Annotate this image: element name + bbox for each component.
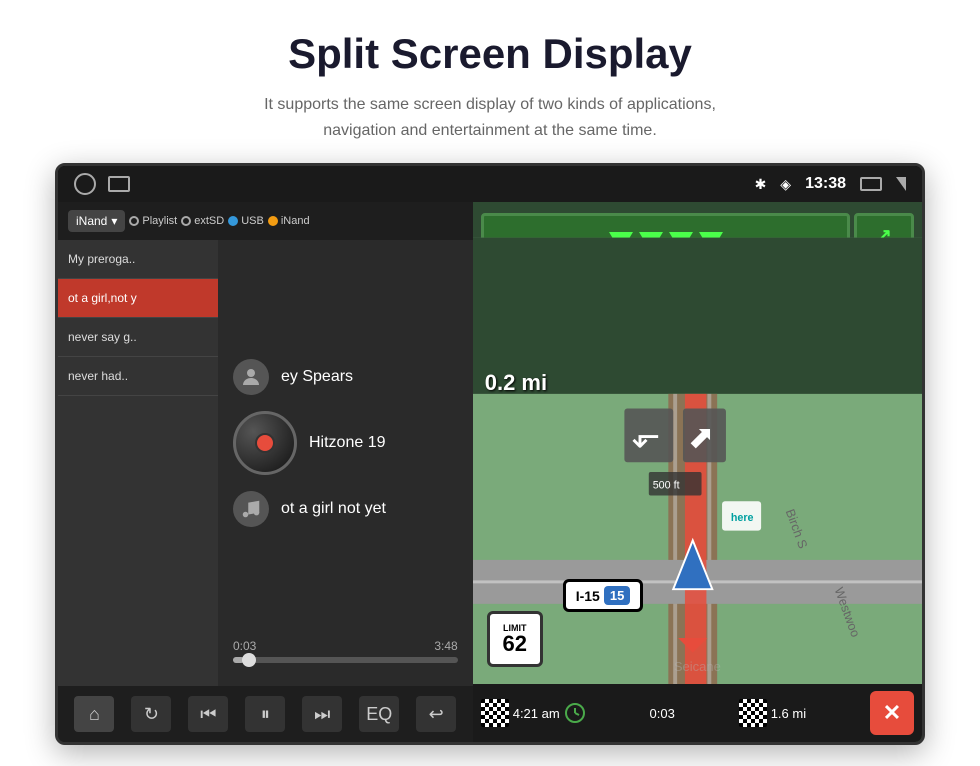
- svg-text:here: here: [731, 512, 754, 524]
- prev-button[interactable]: ⏮: [188, 696, 228, 732]
- nav-map: ↗ ONLY EXIT 40 » Sahara Avenue Conventio…: [473, 202, 922, 742]
- song-row: ot a girl not yet: [233, 491, 458, 527]
- radio-dot-usb: [228, 216, 238, 226]
- nav-panel: ↗ ONLY EXIT 40 » Sahara Avenue Conventio…: [473, 202, 922, 742]
- repeat-button[interactable]: ↻: [131, 696, 171, 732]
- music-body: My preroga.. ot a girl,not y never say g…: [58, 240, 473, 686]
- speed-number: 62: [502, 633, 526, 655]
- source-selector: iNand ▾ Playlist extSD USB iNand: [58, 202, 473, 240]
- distance-value: 0.2 mi: [485, 370, 547, 396]
- eta-end-item: 1.6 mi: [739, 699, 806, 727]
- progress-bar[interactable]: [233, 657, 458, 663]
- eq-button[interactable]: EQ: [359, 696, 399, 732]
- elapsed-item: 0:03: [650, 706, 675, 721]
- source-tab-playlist-label: Playlist: [142, 215, 177, 227]
- playlist-item-4[interactable]: never had..: [58, 357, 218, 396]
- chevron-down-icon: ▾: [111, 214, 117, 228]
- page-subtitle: It supports the same screen display of t…: [230, 92, 750, 143]
- device-frame: ✱ ◈ 13:38 iNand ▾ Playlist: [55, 163, 925, 745]
- eta-time: 4:21 am: [513, 706, 560, 721]
- source-dropdown-label: iNand: [76, 214, 107, 228]
- player-area: ey Spears Hitzone 19: [218, 240, 473, 686]
- progress-times: 0:03 3:48: [233, 639, 458, 653]
- playlist-item-2[interactable]: ot a girl,not y: [58, 279, 218, 318]
- status-bar-right: ✱ ◈ 13:38: [755, 175, 906, 193]
- back-button[interactable]: ↩: [416, 696, 456, 732]
- status-bar: ✱ ◈ 13:38: [58, 166, 922, 202]
- source-tab-inand-label: iNand: [281, 215, 310, 227]
- main-content: iNand ▾ Playlist extSD USB iNand: [58, 202, 922, 742]
- status-circle-icon: [74, 173, 96, 195]
- artist-name: ey Spears: [281, 368, 353, 386]
- now-playing: ey Spears Hitzone 19: [233, 255, 458, 631]
- route-badge: 15: [604, 586, 630, 605]
- song-icon: [233, 491, 269, 527]
- time-total: 3:48: [434, 639, 457, 653]
- source-dropdown[interactable]: iNand ▾: [68, 210, 125, 232]
- radio-dot-playlist: [129, 216, 139, 226]
- eta-start-item: 4:21 am: [481, 699, 586, 727]
- album-row: Hitzone 19: [233, 411, 458, 475]
- svg-text:⬈: ⬈: [688, 420, 714, 455]
- elapsed-time: 0:03: [650, 706, 675, 721]
- checkered-start-icon: [481, 699, 509, 727]
- close-icon: ✕: [883, 700, 901, 726]
- svg-text:500 ft: 500 ft: [652, 480, 679, 492]
- album-cover: [233, 411, 297, 475]
- album-name: Hitzone 19: [309, 434, 386, 452]
- progress-section: 0:03 3:48: [233, 631, 458, 671]
- time-current: 0:03: [233, 639, 256, 653]
- play-pause-button[interactable]: ⏸: [245, 696, 285, 732]
- nav-bottom-bar: 4:21 am 0:03 1.6 mi: [473, 684, 922, 742]
- source-tab-inand[interactable]: iNand: [268, 215, 310, 227]
- controls-bar: ⌂ ↻ ⏮ ⏸ ⏭ EQ ↩: [58, 686, 473, 742]
- music-panel: iNand ▾ Playlist extSD USB iNand: [58, 202, 473, 742]
- playlist-item-3[interactable]: never say g..: [58, 318, 218, 357]
- distance-box: 0.2 mi: [485, 370, 547, 396]
- page-header: Split Screen Display It supports the sam…: [0, 0, 980, 163]
- speed-box: LIMIT 62: [487, 611, 543, 667]
- artist-icon: [233, 359, 269, 395]
- status-image-icon: [108, 176, 130, 192]
- route-sign: I-15 15: [563, 579, 644, 612]
- source-tab-extsd-label: extSD: [194, 215, 224, 227]
- next-button[interactable]: ⏭: [302, 696, 342, 732]
- checkered-end-icon: [739, 699, 767, 727]
- route-label: I-15: [576, 588, 600, 604]
- source-tab-playlist[interactable]: Playlist: [129, 215, 177, 227]
- source-tab-extsd[interactable]: extSD: [181, 215, 224, 227]
- bluetooth-icon: ✱: [755, 176, 767, 193]
- song-name: ot a girl not yet: [281, 500, 386, 518]
- source-tab-usb[interactable]: USB: [228, 215, 264, 227]
- page-title: Split Screen Display: [20, 30, 960, 78]
- status-bar-left: [74, 173, 130, 195]
- progress-thumb: [242, 653, 256, 667]
- nav-close-button[interactable]: ✕: [870, 691, 914, 735]
- location-icon: ◈: [780, 176, 791, 193]
- source-tab-usb-label: USB: [241, 215, 264, 227]
- status-time: 13:38: [805, 175, 846, 193]
- radio-dot-extsd: [181, 216, 191, 226]
- radio-dot-inand: [268, 216, 278, 226]
- home-button[interactable]: ⌂: [74, 696, 114, 732]
- svg-text:⬐: ⬐: [631, 417, 660, 456]
- album-cover-inner: [255, 433, 275, 453]
- back-icon: [896, 177, 906, 191]
- playlist-item-1[interactable]: My preroga..: [58, 240, 218, 279]
- playlist-sidebar: My preroga.. ot a girl,not y never say g…: [58, 240, 218, 686]
- artist-row: ey Spears: [233, 359, 458, 395]
- window-icon: [860, 177, 882, 191]
- eta-distance: 1.6 mi: [771, 706, 806, 721]
- clock-icon: [564, 702, 586, 724]
